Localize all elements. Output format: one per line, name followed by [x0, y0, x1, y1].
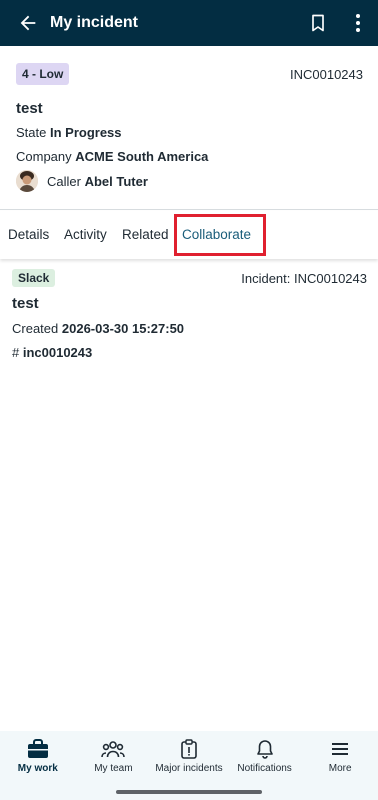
- nav-label: Major incidents: [155, 763, 223, 774]
- caller-label: Caller: [47, 173, 81, 189]
- short-description: test: [16, 100, 43, 117]
- caller-value: Abel Tuter: [84, 173, 148, 189]
- incident-number: INC0010243: [290, 67, 363, 82]
- tab-highlight-box: [174, 214, 266, 256]
- caller-avatar: [16, 170, 38, 192]
- arrow-left-icon: [20, 15, 36, 31]
- nav-major-incidents[interactable]: Major incidents: [151, 731, 227, 785]
- briefcase-icon: [27, 739, 48, 758]
- nav-my-work[interactable]: My work: [0, 731, 76, 785]
- bottom-navigation: My work My team Major incidents Notifica…: [0, 731, 378, 785]
- company-label: Company: [16, 149, 72, 164]
- nav-label: My work: [17, 763, 58, 774]
- page-title: My incident: [50, 14, 139, 31]
- app-bar: My incident: [0, 0, 378, 46]
- incident-reference: Incident: INC0010243: [241, 271, 367, 286]
- nav-more[interactable]: More: [302, 731, 378, 785]
- created-label: Created: [12, 321, 59, 336]
- overflow-menu-button[interactable]: [338, 0, 378, 46]
- priority-badge: 4 - Low: [16, 63, 70, 85]
- bell-icon: [256, 740, 273, 759]
- state-label: State: [16, 125, 47, 140]
- menu-icon: [332, 743, 349, 755]
- hash-icon: #: [12, 345, 20, 360]
- tab-related[interactable]: Related: [122, 227, 169, 242]
- nav-label: Notifications: [237, 763, 292, 774]
- nav-label: More: [328, 763, 352, 774]
- state-field: State In Progress: [16, 125, 122, 140]
- created-field: Created 2026-03-30 15:27:50: [12, 321, 184, 336]
- caller-field[interactable]: Caller Abel Tuter: [16, 170, 148, 192]
- tab-activity[interactable]: Activity: [64, 227, 107, 242]
- team-icon: [101, 741, 126, 758]
- created-value: 2026-03-30 15:27:50: [61, 321, 185, 336]
- nav-my-team[interactable]: My team: [76, 731, 152, 785]
- nav-label: My team: [94, 763, 133, 774]
- company-value: ACME South America: [75, 149, 209, 164]
- nav-notifications[interactable]: Notifications: [227, 731, 303, 785]
- bookmark-button[interactable]: [298, 0, 338, 46]
- state-value: In Progress: [49, 125, 122, 140]
- back-button[interactable]: [8, 0, 48, 46]
- clipboard-alert-icon: [181, 739, 197, 759]
- home-indicator[interactable]: [116, 790, 262, 794]
- tab-details[interactable]: Details: [8, 227, 49, 242]
- incident-header: 4 - Low INC0010243 test State In Progres…: [0, 46, 378, 210]
- company-field: Company ACME South America: [16, 149, 208, 164]
- channel-name: inc0010243: [22, 345, 93, 360]
- more-vert-icon: [356, 14, 360, 32]
- collaboration-title: test: [12, 295, 39, 312]
- channel-field: # inc0010243: [12, 345, 92, 360]
- bookmark-icon: [312, 14, 324, 32]
- slack-badge: Slack: [12, 269, 56, 287]
